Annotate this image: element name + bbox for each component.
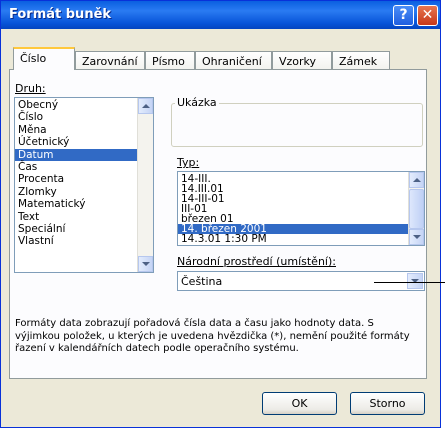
locale-select[interactable]: Čeština xyxy=(177,271,425,291)
category-item[interactable]: Matematický xyxy=(15,198,139,210)
scroll-up-button[interactable] xyxy=(409,172,424,188)
tab-zamek[interactable]: Zámek xyxy=(332,51,390,69)
category-item[interactable]: Procenta xyxy=(15,173,139,185)
type-item[interactable]: 14-III-01 xyxy=(178,194,408,205)
arrow-up-icon xyxy=(142,104,150,108)
category-scrollbar[interactable] xyxy=(137,98,153,272)
scroll-down-button[interactable] xyxy=(138,256,153,272)
cancel-button[interactable]: Storno xyxy=(350,392,425,415)
category-item[interactable]: Text xyxy=(15,211,139,223)
category-item-selected[interactable]: Datum xyxy=(15,148,139,161)
locale-dropdown-button[interactable] xyxy=(407,273,423,289)
category-item[interactable]: Číslo xyxy=(15,111,139,123)
type-label: Typ: xyxy=(177,156,200,169)
format-description: Formáty data zobrazují pořadová čísla da… xyxy=(15,318,410,354)
tab-cislo[interactable]: Číslo xyxy=(13,47,75,70)
help-button[interactable]: ? xyxy=(393,5,414,26)
category-item[interactable]: Speciální xyxy=(15,223,139,235)
category-items: Obecný Číslo Měna Účetnický Datum Čas Pr… xyxy=(15,99,139,248)
sample-label: Ukázka xyxy=(175,96,219,109)
scroll-down-button[interactable] xyxy=(409,229,424,245)
close-button[interactable]: ✕ xyxy=(417,5,438,26)
tab-strip: Číslo Zarovnání Písmo Ohraničení Vzorky … xyxy=(9,47,434,70)
sample-group xyxy=(171,103,423,147)
arrow-up-icon xyxy=(413,178,421,182)
category-item[interactable]: Vlastní xyxy=(15,235,139,247)
category-list[interactable]: Obecný Číslo Měna Účetnický Datum Čas Pr… xyxy=(14,97,154,273)
title-bar[interactable]: Formát buněk ? ✕ xyxy=(1,1,440,29)
locale-label: Národní prostředí (umístění): xyxy=(177,255,336,268)
category-item[interactable]: Čas xyxy=(15,161,139,173)
category-label: Druh: xyxy=(15,82,46,95)
arrow-down-icon xyxy=(142,262,150,266)
ok-button[interactable]: OK xyxy=(262,392,337,415)
type-items: 14-III. 14.III.01 14-III-01 III-01 březe… xyxy=(178,174,408,244)
tab-pismo[interactable]: Písmo xyxy=(145,51,195,69)
category-item[interactable]: Účetnický xyxy=(15,136,139,148)
category-item[interactable]: Měna xyxy=(15,124,139,136)
tab-vzorky[interactable]: Vzorky xyxy=(272,51,332,69)
callout-line xyxy=(374,282,445,283)
scroll-up-button[interactable] xyxy=(138,98,153,114)
category-item[interactable]: Zlomky xyxy=(15,186,139,198)
tab-zarovnani[interactable]: Zarovnání xyxy=(75,51,145,69)
format-cells-dialog: Formát buněk ? ✕ Číslo Zarovnání Písmo O… xyxy=(0,0,445,428)
arrow-down-icon xyxy=(413,235,421,239)
category-item[interactable]: Obecný xyxy=(15,99,139,111)
tab-ohraniceni[interactable]: Ohraničení xyxy=(195,51,272,69)
locale-value: Čeština xyxy=(181,275,223,288)
scroll-thumb[interactable] xyxy=(409,189,424,229)
type-item[interactable]: 14.3.01 1:30 PM xyxy=(178,234,408,245)
window-title: Formát buněk xyxy=(9,7,112,22)
type-scrollbar[interactable] xyxy=(408,172,424,245)
type-list[interactable]: 14-III. 14.III.01 14-III-01 III-01 březe… xyxy=(177,171,425,246)
